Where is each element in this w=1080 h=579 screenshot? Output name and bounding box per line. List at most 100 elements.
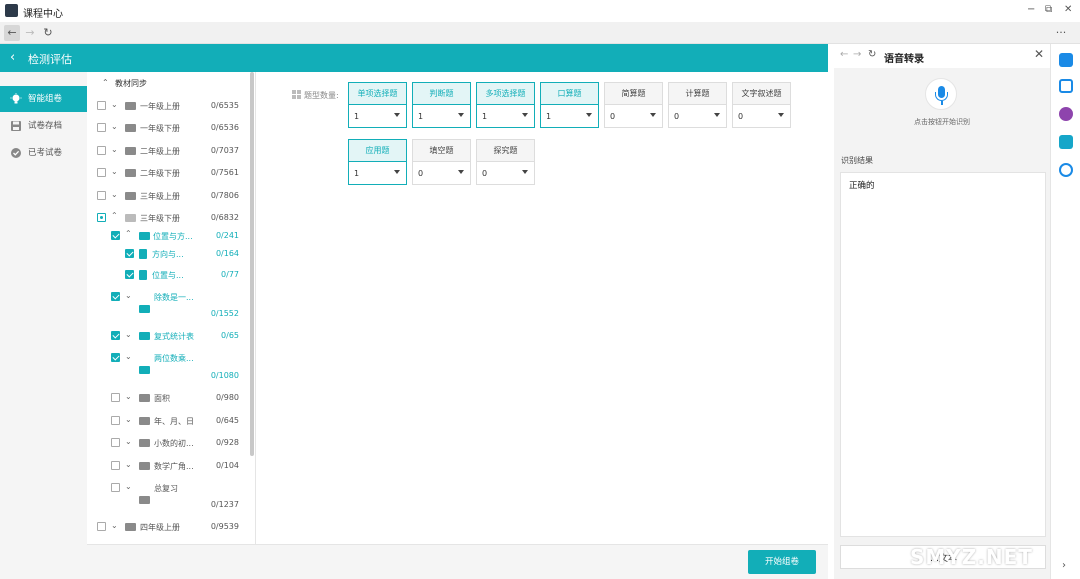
caret-down-icon[interactable] [586,113,592,117]
microphone-button[interactable] [925,78,957,110]
caret-down-icon[interactable] [394,113,400,117]
checkbox[interactable] [111,461,120,470]
question-type-simplify[interactable]: 简算题 0 [604,82,663,128]
question-type-inquiry[interactable]: 探究题 0 [476,139,535,185]
checkbox[interactable] [97,213,106,222]
chevron-up-icon[interactable]: ⌃ [125,229,132,238]
tree-item-label[interactable]: 除数是一... [154,292,194,306]
checkbox[interactable] [111,416,120,425]
checkbox[interactable] [97,123,106,132]
close-icon[interactable]: ✕ [1064,4,1072,15]
heart-icon[interactable] [1059,107,1073,121]
chevron-down-icon[interactable]: ⌄ [125,482,132,491]
checkbox[interactable] [111,331,120,340]
question-type-oral-calc[interactable]: 口算题 1 [540,82,599,128]
checkbox[interactable] [97,522,106,531]
tree-item-label[interactable]: 三年级上册 [140,191,180,205]
question-type-true-false[interactable]: 判断题 1 [412,82,471,128]
result-textarea[interactable] [840,172,1046,537]
refresh-icon[interactable]: ↻ [40,25,56,41]
minimize-icon[interactable]: − [1027,4,1035,15]
tree-item-label[interactable]: 四年级上册 [140,522,180,536]
tree-item-label[interactable]: 位置与... [152,270,184,284]
restore-icon[interactable]: ⧉ [1045,4,1052,15]
chevron-down-icon[interactable]: ⌄ [125,330,132,339]
caret-down-icon[interactable] [458,170,464,174]
tree-item-label[interactable]: 三年级下册 [140,213,180,227]
tree-item-label[interactable]: 一年级上册 [140,101,180,115]
caret-down-icon[interactable] [778,113,784,117]
pen-tool-icon[interactable] [1059,135,1073,149]
chevron-down-icon[interactable]: ⌄ [111,100,118,109]
tree-scrollbar[interactable] [250,72,254,456]
chevron-down-icon[interactable]: ⌄ [125,352,132,361]
chevron-down-icon[interactable]: ⌄ [111,145,118,154]
tree-item-label[interactable]: 一年级下册 [140,123,180,137]
checkbox[interactable] [111,483,120,492]
caret-down-icon[interactable] [458,113,464,117]
question-type-count[interactable]: 1 [546,112,551,121]
question-type-calculation[interactable]: 计算题 0 [668,82,727,128]
checkbox[interactable] [97,168,106,177]
tree-item-label[interactable]: 总复习 [154,483,178,497]
chevron-down-icon[interactable]: ⌄ [111,122,118,131]
caret-down-icon[interactable] [714,113,720,117]
screenshot-icon[interactable] [1059,79,1073,93]
voice-tool-icon[interactable] [1059,53,1073,67]
more-icon[interactable]: ··· [1050,25,1072,41]
checkbox[interactable] [97,191,106,200]
checkbox[interactable] [125,249,134,258]
question-type-count[interactable]: 1 [482,112,487,121]
forward-icon[interactable]: → [22,25,38,41]
question-type-single-choice[interactable]: 单项选择题 1 [348,82,407,128]
checkbox[interactable] [97,146,106,155]
chevron-down-icon[interactable]: ⌄ [125,291,132,300]
checkbox[interactable] [111,292,120,301]
checkbox[interactable] [111,438,120,447]
question-type-count[interactable]: 0 [738,112,743,121]
forward-icon[interactable]: → [853,49,861,60]
start-paper-button[interactable]: 开始组卷 [748,550,816,574]
back-icon[interactable]: ← [840,49,848,60]
question-type-application[interactable]: 应用题 1 [348,139,407,185]
back-icon[interactable]: ← [4,25,20,41]
tree-item-label[interactable]: 二年级下册 [140,168,180,182]
question-type-count[interactable]: 0 [610,112,615,121]
question-type-count[interactable]: 0 [482,169,487,178]
chevron-right-icon[interactable]: › [1062,560,1066,571]
sidebar-item-smart-paper[interactable]: 智能组卷 [0,86,87,112]
chevron-down-icon[interactable]: ⌄ [125,392,132,401]
tree-item-label[interactable]: 二年级上册 [140,146,180,160]
caret-down-icon[interactable] [650,113,656,117]
tree-item-label[interactable]: 位置与方... [153,231,193,245]
sidebar-item-taken[interactable]: 已考试卷 [0,140,87,166]
close-icon[interactable]: ✕ [1034,47,1044,61]
question-type-narrative[interactable]: 文字叙述题 0 [732,82,791,128]
chevron-down-icon[interactable]: ⌄ [125,437,132,446]
caret-down-icon[interactable] [522,113,528,117]
tree-item-label[interactable]: 小数的初... [154,438,194,452]
tree-item-label[interactable]: 数学广角... [154,461,194,475]
checkbox[interactable] [111,393,120,402]
chevron-left-icon[interactable]: ‹ [10,50,15,65]
chevron-down-icon[interactable]: ⌄ [125,460,132,469]
refresh-icon[interactable]: ↻ [868,49,876,60]
caret-down-icon[interactable] [522,170,528,174]
question-type-count[interactable]: 0 [674,112,679,121]
tree-item-label[interactable]: 面积 [154,393,170,407]
question-type-fill-blank[interactable]: 填空题 0 [412,139,471,185]
question-type-multiple-choice[interactable]: 多项选择题 1 [476,82,535,128]
sidebar-item-archive[interactable]: 试卷存档 [0,113,87,139]
chevron-up-icon[interactable]: ⌃ [111,211,118,220]
checkbox[interactable] [111,231,120,240]
question-type-count[interactable]: 1 [354,169,359,178]
checkbox[interactable] [97,101,106,110]
tree-item-label[interactable]: 两位数乘... [154,353,194,367]
chevron-down-icon[interactable]: ⌄ [111,167,118,176]
question-type-count[interactable]: 1 [354,112,359,121]
tree-item-label[interactable]: 方向与... [152,249,184,263]
music-icon[interactable] [1059,163,1073,177]
question-type-count[interactable]: 0 [418,169,423,178]
chevron-down-icon[interactable]: ⌄ [125,415,132,424]
checkbox[interactable] [111,353,120,362]
